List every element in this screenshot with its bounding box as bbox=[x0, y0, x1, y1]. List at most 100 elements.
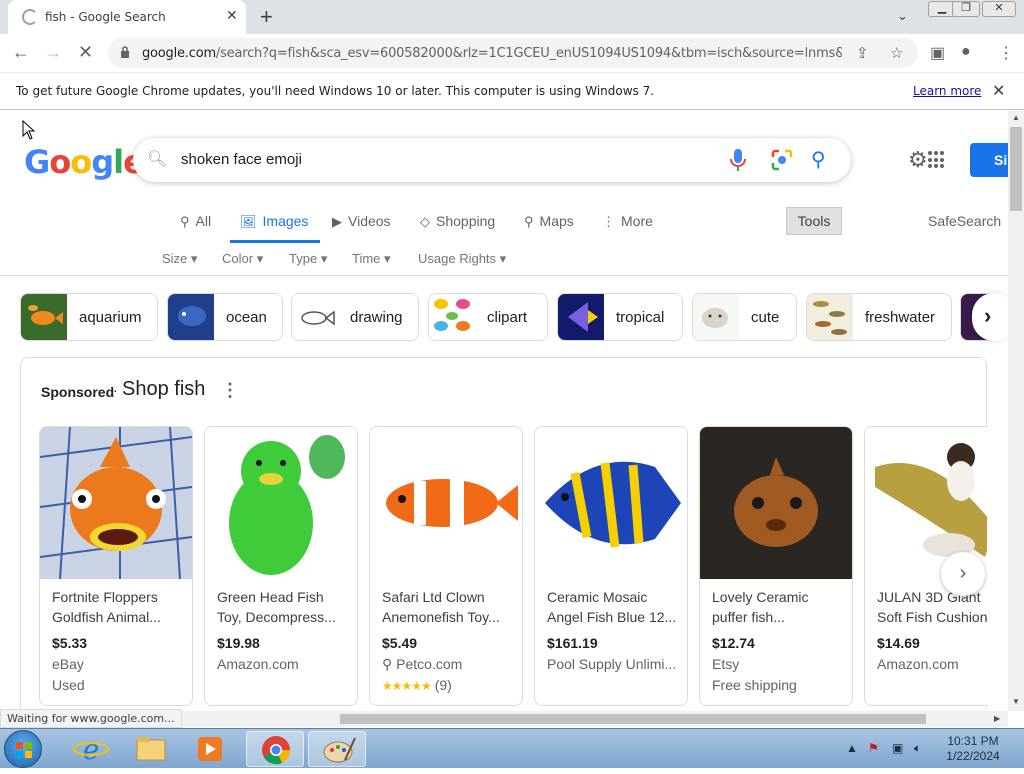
tab-close-icon[interactable]: ✕ bbox=[226, 7, 238, 24]
location-pin-icon: ⚲ bbox=[382, 656, 393, 672]
vertical-scrollbar[interactable]: ▲ ▼ bbox=[1008, 111, 1024, 711]
kebab-icon: ⋮ bbox=[602, 214, 615, 229]
horizontal-scroll-thumb[interactable] bbox=[340, 714, 926, 724]
taskbar-paint[interactable] bbox=[308, 731, 366, 767]
taskbar-chrome[interactable] bbox=[246, 731, 304, 767]
tab-search-icon[interactable]: ⌄ bbox=[897, 8, 908, 24]
browser-tab[interactable]: fish - Google Search ✕ bbox=[8, 0, 246, 34]
windows-taskbar: e ▲ ⚑ ▣ 🔈︎ 10:31 PM 1/22/2024 bbox=[0, 728, 1024, 768]
internet-explorer-icon: e bbox=[73, 733, 109, 766]
filter-type[interactable]: Type ▾ bbox=[289, 251, 327, 267]
tab-strip: fish - Google Search ✕ + ⌄ ▁ ❐ ✕ bbox=[0, 0, 1024, 34]
search-tabs: ⚲ All 🖼︎ Images ▶︎ Videos ◇ Shopping ⚲ Maps ⋮… bbox=[0, 207, 1008, 243]
menu-kebab-icon[interactable]: ⋮ bbox=[998, 43, 1014, 63]
scroll-up-icon[interactable]: ▲ bbox=[1012, 113, 1020, 122]
sign-in-button[interactable]: Si bbox=[970, 143, 1008, 177]
filter-color[interactable]: Color ▾ bbox=[222, 251, 263, 267]
tab-all-label: All bbox=[195, 213, 212, 229]
tab-all[interactable]: ⚲ All bbox=[180, 213, 211, 230]
bookmark-star-icon[interactable]: ☆ bbox=[890, 44, 903, 62]
stop-icon[interactable]: ✕ bbox=[78, 42, 93, 63]
taskbar-media-player[interactable] bbox=[182, 731, 240, 767]
filter-usage-rights[interactable]: Usage Rights ▾ bbox=[418, 251, 506, 267]
search-submit-icon[interactable]: ⚲ bbox=[811, 147, 826, 172]
status-bubble: Waiting for www.google.com... bbox=[0, 709, 182, 728]
shop-title: Shop fish bbox=[122, 378, 206, 400]
volume-muted-icon[interactable]: 🔈︎ bbox=[914, 741, 921, 756]
more-options-icon[interactable]: ⋮ bbox=[221, 380, 239, 401]
chip-ocean[interactable]: ocean bbox=[167, 293, 283, 341]
sponsored-shopping-panel: Sponsored · Shop fish ⋮ Fortnite Flopper… bbox=[20, 357, 987, 709]
product-card[interactable]: Ceramic Mosaic Angel Fish Blue 12... $16… bbox=[534, 426, 688, 706]
address-bar[interactable]: google.com/search?q=fish&sca_esv=6005820… bbox=[108, 38, 918, 68]
chip-tropical[interactable]: tropical bbox=[557, 293, 683, 341]
new-tab-button[interactable]: + bbox=[260, 4, 273, 30]
tab-images-label: Images bbox=[262, 213, 309, 229]
product-card[interactable]: Green Head Fish Toy, Decompress... $19.9… bbox=[204, 426, 358, 706]
product-card[interactable]: Safari Ltd Clown Anemonefish Toy... $5.4… bbox=[369, 426, 523, 706]
network-icon[interactable]: ▣ bbox=[892, 741, 903, 755]
settings-gear-icon[interactable]: ⚙ bbox=[908, 147, 928, 173]
tab-maps[interactable]: ⚲ Maps bbox=[524, 213, 574, 230]
search-input[interactable] bbox=[181, 151, 701, 168]
play-icon: ▶︎ bbox=[332, 214, 342, 229]
system-clock[interactable]: 10:31 PM 1/22/2024 bbox=[938, 734, 1008, 764]
restore-button[interactable]: ❐ bbox=[952, 1, 980, 17]
product-title: Lovely Ceramic puffer fish... bbox=[712, 589, 809, 625]
chip-label: clipart bbox=[487, 309, 528, 326]
chip-clipart[interactable]: clipart bbox=[428, 293, 548, 341]
tab-images[interactable]: 🖼︎ Images bbox=[240, 213, 308, 230]
product-card[interactable]: Fortnite Floppers Goldfish Animal... $5.… bbox=[39, 426, 193, 706]
chip-freshwater[interactable]: freshwater bbox=[806, 293, 952, 341]
active-tab-indicator bbox=[230, 240, 320, 243]
svg-text:e: e bbox=[83, 733, 100, 766]
learn-more-link[interactable]: Learn more bbox=[913, 84, 981, 98]
vertical-scroll-thumb[interactable] bbox=[1010, 127, 1022, 211]
clock-time: 10:31 PM bbox=[947, 734, 999, 748]
product-image bbox=[700, 427, 852, 579]
cards-next-arrow-icon[interactable]: › bbox=[941, 552, 985, 596]
safesearch-button[interactable]: SafeSearch bbox=[928, 213, 1001, 229]
product-card[interactable]: Lovely Ceramic puffer fish... $12.74 Ets… bbox=[699, 426, 853, 706]
filter-size[interactable]: Size ▾ bbox=[162, 251, 197, 267]
profile-icon[interactable]: ● bbox=[961, 43, 971, 61]
product-price: $5.33 bbox=[52, 635, 88, 651]
chip-thumbnail bbox=[292, 294, 338, 340]
caret-down-icon: ▾ bbox=[190, 251, 198, 266]
close-window-button[interactable]: ✕ bbox=[982, 1, 1016, 17]
microphone-icon[interactable] bbox=[729, 148, 747, 172]
tab-videos[interactable]: ▶︎ Videos bbox=[332, 213, 391, 230]
scroll-down-icon[interactable]: ▼ bbox=[1012, 697, 1020, 706]
google-logo[interactable]: Google bbox=[24, 143, 145, 181]
taskbar-ie[interactable]: e bbox=[62, 731, 120, 767]
infobar-message: To get future Google Chrome updates, you… bbox=[16, 84, 655, 98]
scroll-right-icon[interactable]: ▶ bbox=[994, 714, 1000, 723]
start-button[interactable] bbox=[4, 730, 42, 768]
chip-cute[interactable]: cute bbox=[692, 293, 797, 341]
chip-drawing[interactable]: drawing bbox=[291, 293, 419, 341]
caret-down-icon: ▾ bbox=[256, 251, 264, 266]
google-apps-icon[interactable] bbox=[928, 151, 946, 169]
taskbar-explorer[interactable] bbox=[122, 731, 180, 767]
share-icon[interactable]: ⇪ bbox=[856, 44, 869, 62]
show-hidden-icons[interactable]: ▲ bbox=[846, 741, 858, 755]
url-text[interactable]: google.com/search?q=fish&sca_esv=6005820… bbox=[142, 46, 842, 61]
chip-aquarium[interactable]: aquarium bbox=[20, 293, 158, 341]
chip-label: freshwater bbox=[865, 309, 936, 326]
search-box[interactable]: 🔍︎ ⚲ bbox=[133, 138, 851, 182]
side-panel-icon[interactable]: ▣ bbox=[930, 43, 945, 63]
lock-icon[interactable] bbox=[120, 46, 130, 58]
chip-thumbnail bbox=[807, 294, 853, 340]
back-icon[interactable]: ← bbox=[12, 42, 30, 63]
chips-next-arrow-icon[interactable]: › bbox=[972, 293, 1008, 341]
infobar-close-icon[interactable]: ✕ bbox=[992, 81, 1005, 101]
url-path: /search?q=fish&sca_esv=600582000&rlz=1C1… bbox=[215, 46, 842, 61]
lens-icon[interactable] bbox=[771, 149, 793, 171]
browser-toolbar: ← → ✕ google.com/search?q=fish&sca_esv=6… bbox=[0, 34, 1024, 72]
forward-icon[interactable]: → bbox=[44, 42, 62, 63]
tab-shopping[interactable]: ◇ Shopping bbox=[420, 213, 495, 230]
tools-button[interactable]: Tools bbox=[786, 207, 842, 235]
tab-more[interactable]: ⋮ More bbox=[602, 213, 653, 230]
filter-time[interactable]: Time ▾ bbox=[352, 251, 391, 267]
action-center-icon[interactable]: ⚑ bbox=[868, 741, 879, 755]
